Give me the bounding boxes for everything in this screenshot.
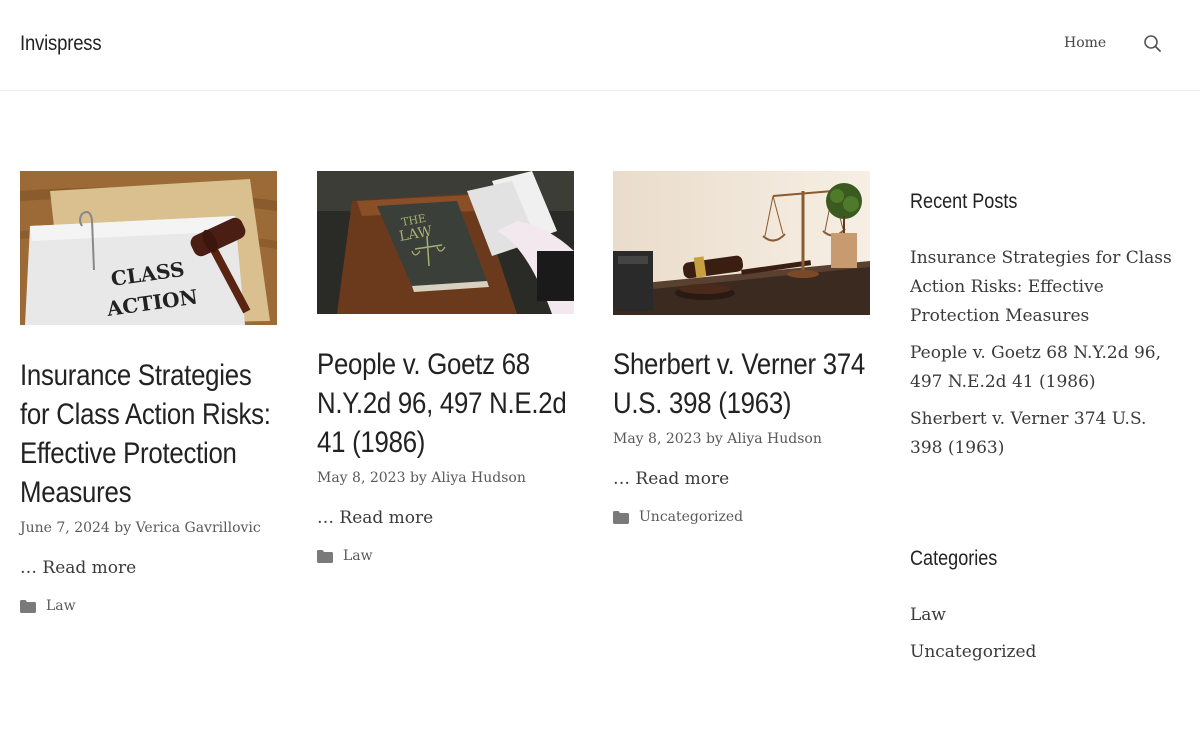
folder-icon <box>20 599 36 613</box>
post-author[interactable]: Aliya Hudson <box>431 470 526 486</box>
post-date[interactable]: June 7, 2024 <box>20 520 110 536</box>
recent-post-link[interactable]: Insurance Strategies for Class Action Ri… <box>910 244 1180 331</box>
folder-icon <box>613 510 629 524</box>
post-thumbnail[interactable]: CLASS ACTION <box>20 171 277 325</box>
post-meta: May 8, 2023 by Aliya Hudson <box>613 431 870 447</box>
post-date[interactable]: May 8, 2023 <box>613 431 701 447</box>
sidebar: Recent Posts Insurance Strategies for Cl… <box>910 190 1180 675</box>
post-category-link[interactable]: Law <box>46 598 76 614</box>
category-link[interactable]: Law <box>910 601 1180 630</box>
read-more-link[interactable]: … Read more <box>317 508 574 528</box>
post-by: by <box>705 431 723 447</box>
gavel-scales-image <box>613 171 870 315</box>
folder-icon <box>317 549 333 563</box>
post-by: by <box>114 520 132 536</box>
recent-post-link[interactable]: People v. Goetz 68 N.Y.2d 96, 497 N.E.2d… <box>910 339 1180 397</box>
post-categories: Law <box>317 548 574 564</box>
nav-home-link[interactable]: Home <box>1064 35 1106 51</box>
post-card: CLASS ACTION Insurance Strategies for Cl… <box>20 171 277 614</box>
post-by: by <box>409 470 427 486</box>
post-card: Sherbert v. Verner 374 U.S. 398 (1963) M… <box>613 171 870 525</box>
search-icon[interactable] <box>1143 34 1163 54</box>
read-more-link[interactable]: … Read more <box>613 469 870 489</box>
post-date[interactable]: May 8, 2023 <box>317 470 405 486</box>
post-categories: Uncategorized <box>613 509 870 525</box>
read-more-link[interactable]: … Read more <box>20 558 277 578</box>
post-meta: June 7, 2024 by Verica Gavrillovic <box>20 520 277 536</box>
site-title[interactable]: Invispress <box>20 32 102 56</box>
post-category-link[interactable]: Uncategorized <box>639 509 743 525</box>
post-category-link[interactable]: Law <box>343 548 373 564</box>
site-header: Invispress Home <box>0 0 1200 91</box>
categories-title: Categories <box>910 547 998 570</box>
post-thumbnail[interactable] <box>613 171 870 315</box>
recent-post-link[interactable]: Sherbert v. Verner 374 U.S. 398 (1963) <box>910 405 1180 463</box>
category-link[interactable]: Uncategorized <box>910 638 1180 667</box>
recent-posts-list: Insurance Strategies for Class Action Ri… <box>910 244 1180 463</box>
recent-posts-title: Recent Posts <box>910 190 1018 213</box>
post-author[interactable]: Verica Gavrillovic <box>136 520 261 536</box>
post-thumbnail[interactable]: THE LAW <box>317 171 574 314</box>
post-author[interactable]: Aliya Hudson <box>727 431 822 447</box>
post-title[interactable]: Sherbert v. Verner 374 U.S. 398 (1963) <box>613 345 871 423</box>
post-title[interactable]: Insurance Strategies for Class Action Ri… <box>20 356 278 512</box>
post-meta: May 8, 2023 by Aliya Hudson <box>317 470 574 486</box>
categories-list: Law Uncategorized <box>910 601 1180 667</box>
post-title[interactable]: People v. Goetz 68 N.Y.2d 96, 497 N.E.2d… <box>317 345 575 462</box>
class-action-image: CLASS ACTION <box>20 171 277 325</box>
post-card: THE LAW People v. Goetz 68 N.Y.2d 96, 49… <box>317 171 574 564</box>
post-categories: Law <box>20 598 277 614</box>
law-book-image: THE LAW <box>317 171 574 314</box>
